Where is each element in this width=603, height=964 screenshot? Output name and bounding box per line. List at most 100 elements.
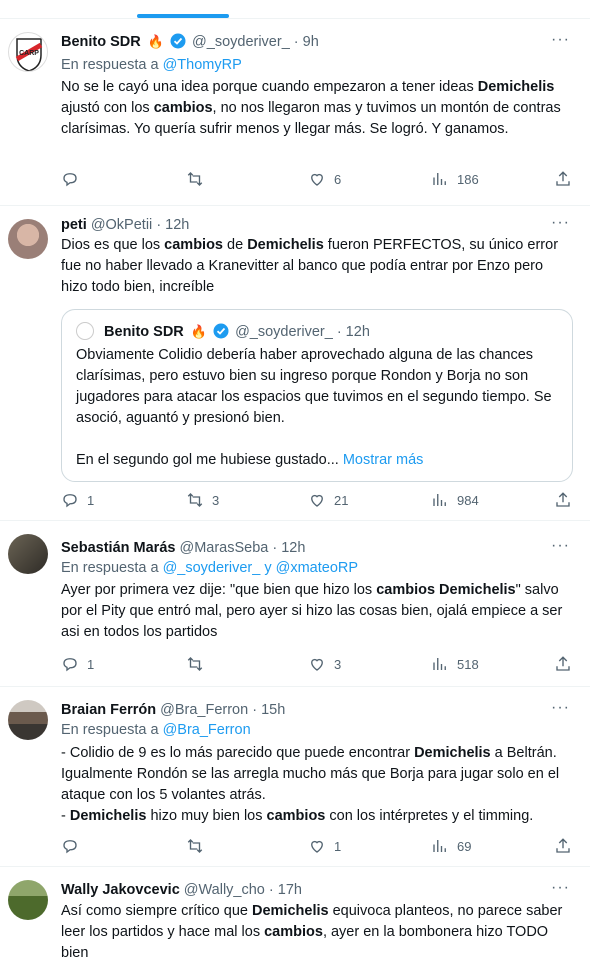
like-count: 21 xyxy=(334,492,349,508)
tweet-text: - Colidio de 9 es lo más parecido que pu… xyxy=(61,745,560,824)
tweet-text: Así como siempre crítico que Demichelis … xyxy=(61,903,563,961)
reply-to-link[interactable]: @ThomyRP xyxy=(163,57,242,73)
reply-icon xyxy=(63,658,77,672)
avatar[interactable] xyxy=(8,219,48,259)
tweet-header: Wally Jakovcevic @Wally_cho · 17h xyxy=(61,881,302,899)
author-handle[interactable]: @Bra_Ferron xyxy=(160,702,248,718)
author-handle[interactable]: @Wally_cho xyxy=(184,882,265,898)
tweet[interactable]: Sebastián Marás @MarasSeba · 12h ··· En … xyxy=(0,520,590,687)
reply-prefix: En respuesta a xyxy=(61,560,159,576)
tweet-text: Dios es que los cambios de Demichelis fu… xyxy=(61,237,559,295)
author-name[interactable]: Wally Jakovcevic xyxy=(61,882,180,898)
views-button[interactable]: 984 xyxy=(431,491,479,509)
svg-text:CARP: CARP xyxy=(19,50,39,57)
verified-icon xyxy=(170,33,186,49)
tweet-time[interactable]: · 12h xyxy=(272,540,305,556)
flame-icon: 🔥 xyxy=(190,324,207,339)
like-icon xyxy=(311,494,323,507)
reply-context: En respuesta a @ThomyRP xyxy=(61,57,242,73)
reply-icon xyxy=(63,840,77,854)
tweet[interactable]: Braian Ferrón @Bra_Ferron · 15h ··· En r… xyxy=(0,686,590,867)
reply-context: En respuesta a @Bra_Ferron xyxy=(61,722,251,738)
like-button[interactable]: 6 xyxy=(308,170,341,188)
quote-text: Obviamente Colidio debería haber aprovec… xyxy=(76,347,552,468)
more-icon[interactable]: ··· xyxy=(551,214,570,232)
like-count: 3 xyxy=(334,656,342,672)
like-button[interactable]: 3 xyxy=(308,655,341,673)
views-icon xyxy=(433,494,446,506)
retweet-button[interactable] xyxy=(186,655,212,673)
share-button[interactable] xyxy=(554,655,572,673)
tweet[interactable]: Wally Jakovcevic @Wally_cho · 17h ··· As… xyxy=(0,866,590,961)
views-button[interactable]: 186 xyxy=(431,170,479,188)
tweet[interactable]: peti @OkPetii · 12h ··· Dios es que los … xyxy=(0,205,590,521)
share-button[interactable] xyxy=(554,491,572,509)
reply-button[interactable]: 1 xyxy=(61,491,94,509)
reply-prefix: En respuesta a xyxy=(61,57,159,73)
reply-button[interactable]: 1 xyxy=(61,655,94,673)
share-button[interactable] xyxy=(554,170,572,188)
reply-to-link[interactable]: @Bra_Ferron xyxy=(163,722,251,738)
tweet-time[interactable]: · 9h xyxy=(294,34,319,50)
reply-button[interactable] xyxy=(61,170,87,188)
author-name[interactable]: Braian Ferrón xyxy=(61,702,156,718)
author-handle[interactable]: @OkPetii xyxy=(91,217,152,233)
tweet-time[interactable]: · 12h xyxy=(156,217,189,233)
tweet-time[interactable]: · 15h xyxy=(252,702,285,718)
views-button[interactable]: 69 xyxy=(431,837,471,855)
share-icon xyxy=(556,838,570,853)
author-handle[interactable]: @_soyderiver_ xyxy=(192,34,290,50)
more-icon[interactable]: ··· xyxy=(551,699,570,717)
reply-to-link[interactable]: @_soyderiver_ y @xmateoRP xyxy=(163,560,358,576)
tweet-header: peti @OkPetii · 12h xyxy=(61,216,189,234)
avatar[interactable] xyxy=(8,534,48,574)
avatar[interactable] xyxy=(8,880,48,920)
more-icon[interactable]: ··· xyxy=(551,31,570,49)
like-button[interactable]: 1 xyxy=(308,837,341,855)
reply-icon xyxy=(63,494,77,508)
tweet-header: Braian Ferrón @Bra_Ferron · 15h xyxy=(61,701,285,719)
quoted-tweet[interactable]: Benito SDR 🔥 @_soyderiver_ · 12h Obviame… xyxy=(61,309,573,482)
verified-icon xyxy=(213,323,229,339)
tweet-actions: 1 3 21 984 xyxy=(61,491,581,511)
top-tab-bar xyxy=(0,0,603,18)
share-button[interactable] xyxy=(554,837,572,855)
reply-count: 1 xyxy=(87,656,95,672)
tweet-header: Benito SDR 🔥 @_soyderiver_ · 9h xyxy=(61,33,319,51)
more-icon[interactable]: ··· xyxy=(551,537,570,555)
tweet-time[interactable]: · 17h xyxy=(269,882,302,898)
retweet-button[interactable] xyxy=(186,170,212,188)
like-icon xyxy=(311,840,323,853)
retweet-icon xyxy=(187,172,203,186)
tweet-text: No se le cayó una idea porque cuando emp… xyxy=(61,79,561,137)
tweet-actions: 1 69 xyxy=(61,837,581,857)
author-handle[interactable]: @MarasSeba xyxy=(179,540,268,556)
reply-count: 1 xyxy=(87,492,95,508)
quote-author-handle: @_soyderiver_ xyxy=(235,324,333,340)
quote-author-name: Benito SDR xyxy=(104,324,184,340)
tweet-text: Ayer por primera vez dije: "que bien que… xyxy=(61,582,563,640)
author-name[interactable]: peti xyxy=(61,217,87,233)
avatar[interactable] xyxy=(8,700,48,740)
share-icon xyxy=(556,656,570,671)
retweet-button[interactable]: 3 xyxy=(186,491,219,509)
views-count: 518 xyxy=(457,656,479,672)
retweet-button[interactable] xyxy=(186,837,212,855)
like-button[interactable]: 21 xyxy=(308,491,348,509)
like-icon xyxy=(311,173,323,186)
views-count: 69 xyxy=(457,838,472,854)
tweet-actions: 1 3 518 xyxy=(61,655,581,675)
like-count: 1 xyxy=(334,838,342,854)
reply-icon xyxy=(63,173,77,187)
views-button[interactable]: 518 xyxy=(431,655,479,673)
reply-button[interactable] xyxy=(61,837,87,855)
more-icon[interactable]: ··· xyxy=(551,879,570,897)
avatar[interactable]: CARP xyxy=(8,32,48,72)
author-name[interactable]: Sebastián Marás xyxy=(61,540,175,556)
author-name[interactable]: Benito SDR xyxy=(61,34,141,50)
share-icon xyxy=(556,171,570,186)
reply-context: En respuesta a @_soyderiver_ y @xmateoRP xyxy=(61,560,358,576)
flame-icon: 🔥 xyxy=(147,34,164,49)
views-count: 186 xyxy=(457,171,479,187)
tweet[interactable]: CARP Benito SDR 🔥 @_soyderiver_ · 9h ···… xyxy=(0,18,590,206)
